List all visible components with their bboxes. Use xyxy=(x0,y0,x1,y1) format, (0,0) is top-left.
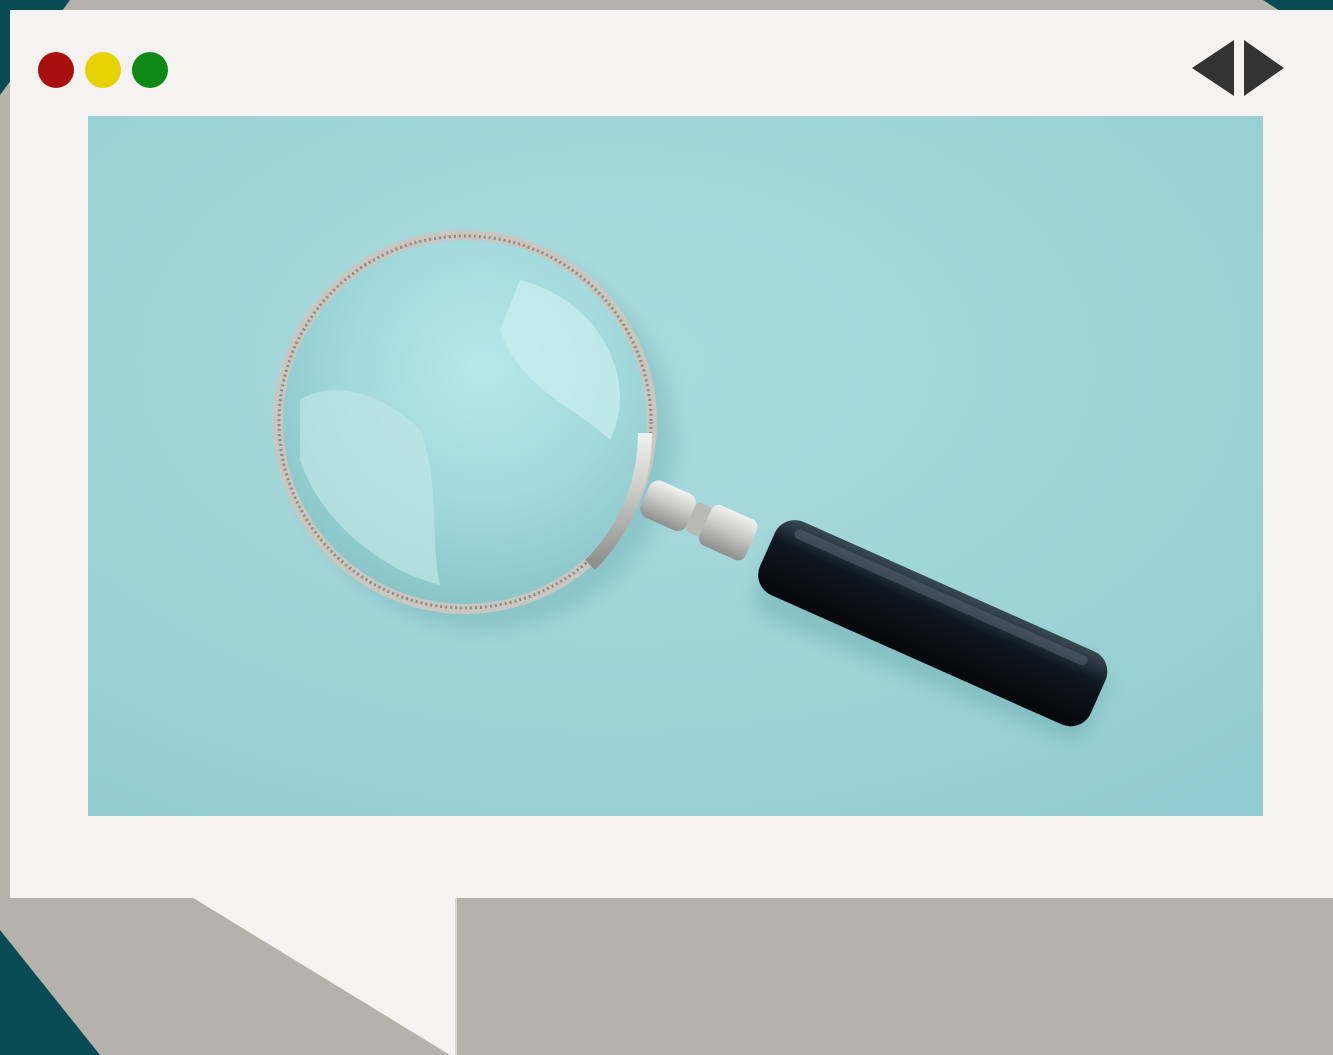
close-button[interactable] xyxy=(38,52,74,88)
speech-bubble-window xyxy=(0,0,1333,1055)
minimize-button[interactable] xyxy=(85,52,121,88)
maximize-button[interactable] xyxy=(132,52,168,88)
arrow-left-icon[interactable] xyxy=(1192,40,1234,96)
window-illustration xyxy=(0,0,1333,1055)
left-right-arrows-icon[interactable] xyxy=(1188,36,1288,100)
arrow-right-icon[interactable] xyxy=(1244,40,1284,96)
